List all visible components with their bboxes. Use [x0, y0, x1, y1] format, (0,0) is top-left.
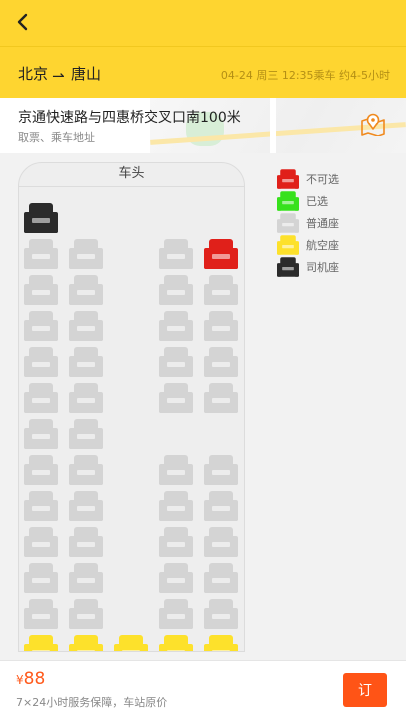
back-button[interactable]: [10, 9, 36, 35]
seat-normal[interactable]: [68, 453, 104, 487]
legend-item-aviation: 航空座: [276, 234, 386, 255]
top-bar: [0, 0, 406, 46]
seat-normal[interactable]: [68, 345, 104, 379]
seat-aviation[interactable]: [158, 633, 194, 651]
seat-normal[interactable]: [203, 597, 239, 631]
legend-item-normal: 普通座: [276, 212, 386, 233]
legend-label: 不可选: [306, 173, 339, 186]
seat-normal[interactable]: [23, 489, 59, 523]
map-location-icon[interactable]: [360, 112, 386, 136]
seat-normal[interactable]: [158, 309, 194, 343]
price-value: 88: [23, 669, 46, 689]
seat-normal[interactable]: [203, 345, 239, 379]
trip-time-info: 04-24 周三 12:35乘车 约4-5小时: [220, 69, 390, 82]
bus-front-label: 车头: [19, 163, 244, 187]
chevron-left-icon: [17, 13, 28, 31]
seat-aviation[interactable]: [23, 633, 59, 651]
pickup-address: 京通快速路与四惠桥交叉口南100米: [18, 110, 241, 126]
currency-symbol: ¥: [16, 673, 24, 687]
service-promise: 7×24小时服务保障，车站原价: [16, 696, 168, 709]
seat-normal[interactable]: [203, 525, 239, 559]
seat-normal[interactable]: [23, 597, 59, 631]
seat-normal[interactable]: [23, 273, 59, 307]
seat-normal[interactable]: [203, 309, 239, 343]
seat-icon: [277, 235, 299, 255]
legend-item-driver: 司机座: [276, 256, 386, 277]
legend-item-unavailable: 不可选: [276, 168, 386, 189]
seat-normal[interactable]: [68, 489, 104, 523]
seat-aviation[interactable]: [68, 633, 104, 651]
departure-city: 北京: [18, 65, 49, 83]
bottom-bar: ¥88 7×24小时服务保障，车站原价 订: [0, 660, 406, 715]
seat-icon: [277, 213, 299, 233]
seat-normal[interactable]: [68, 309, 104, 343]
seat-unavailable: [203, 237, 239, 271]
seat-normal[interactable]: [158, 273, 194, 307]
seat-icon: [277, 257, 299, 277]
arrival-city: 唐山: [71, 65, 102, 83]
seat-normal[interactable]: [23, 309, 59, 343]
order-button[interactable]: 订: [343, 673, 387, 707]
legend-item-selected: 已选: [276, 190, 386, 211]
seat-normal[interactable]: [158, 381, 194, 415]
seat-normal[interactable]: [23, 345, 59, 379]
seat-normal[interactable]: [23, 525, 59, 559]
seat-normal[interactable]: [68, 273, 104, 307]
seat-normal[interactable]: [203, 273, 239, 307]
route-arrow: ⇀: [52, 67, 65, 85]
seat-normal[interactable]: [158, 525, 194, 559]
seat-normal[interactable]: [158, 489, 194, 523]
seat-normal[interactable]: [203, 561, 239, 595]
seat-normal[interactable]: [23, 453, 59, 487]
pickup-address-note: 取票、乘车地址: [18, 131, 95, 144]
driver-seat: [23, 201, 59, 235]
route-bar: 北京 ⇀ 唐山 04-24 周三 12:35乘车 约4-5小时: [0, 46, 406, 98]
seat-normal[interactable]: [158, 597, 194, 631]
seat-normal[interactable]: [23, 237, 59, 271]
pickup-address-card[interactable]: 京通快速路与四惠桥交叉口南100米 取票、乘车地址: [0, 98, 406, 153]
seat-normal[interactable]: [23, 381, 59, 415]
seat-normal[interactable]: [158, 561, 194, 595]
seat-normal[interactable]: [68, 381, 104, 415]
bus-seat-map: 车头: [18, 162, 245, 652]
seat-normal[interactable]: [68, 417, 104, 451]
seat-normal[interactable]: [203, 381, 239, 415]
seat-normal[interactable]: [68, 525, 104, 559]
seat-normal[interactable]: [23, 417, 59, 451]
seat-icon: [277, 169, 299, 189]
seat-normal[interactable]: [158, 237, 194, 271]
seat-normal[interactable]: [68, 597, 104, 631]
seat-normal[interactable]: [158, 345, 194, 379]
seat-normal[interactable]: [203, 453, 239, 487]
legend-label: 已选: [306, 195, 328, 208]
legend-label: 司机座: [306, 261, 339, 274]
seat-normal[interactable]: [23, 561, 59, 595]
legend-label: 航空座: [306, 239, 339, 252]
seat-normal[interactable]: [68, 561, 104, 595]
ticket-price: ¥88: [16, 669, 45, 689]
seat-aviation[interactable]: [203, 633, 239, 651]
seat-aviation[interactable]: [113, 633, 149, 651]
seat-icon: [277, 191, 299, 211]
legend-label: 普通座: [306, 217, 339, 230]
seat-normal[interactable]: [203, 489, 239, 523]
seat-normal[interactable]: [158, 453, 194, 487]
seat-normal[interactable]: [68, 237, 104, 271]
